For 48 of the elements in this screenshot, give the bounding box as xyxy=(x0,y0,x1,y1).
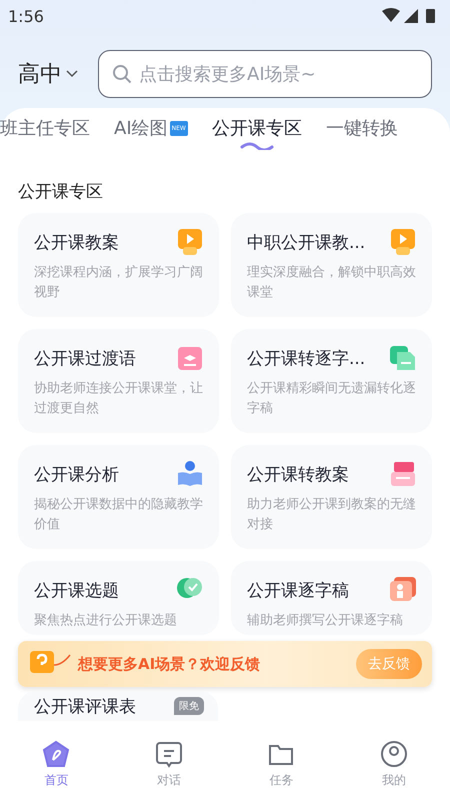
tab-indicator xyxy=(240,142,274,150)
card-title: 公开课转教案 xyxy=(247,464,349,486)
scenario-card[interactable]: 公开课转逐字... 公开课精彩瞬间无遗漏转化逐字稿 xyxy=(231,329,432,433)
card-title: 公开课教案 xyxy=(34,232,119,254)
scenario-card[interactable]: 公开课分析 揭秘公开课数据中的隐藏教学价值 xyxy=(18,445,219,549)
home-icon xyxy=(42,740,70,768)
reader-icon xyxy=(175,459,205,489)
printer-icon xyxy=(388,459,418,489)
card-title: 公开课选题 xyxy=(34,580,119,602)
banner-text: 想要更多AI场景？欢迎反馈 xyxy=(78,654,262,674)
scenario-card[interactable]: 公开课转教案 助力老师公开课到教案的无缝对接 xyxy=(231,445,432,549)
card-description: 揭秘公开课数据中的隐藏教学价值 xyxy=(34,496,204,534)
video-icon xyxy=(175,227,205,257)
video-icon xyxy=(388,227,418,257)
scenario-card[interactable]: 公开课过渡语 协助老师连接公开课课堂，让过渡更自然 xyxy=(18,329,219,433)
card-title: 公开课过渡语 xyxy=(34,348,136,370)
category-tab[interactable]: 班主任专区 xyxy=(0,116,90,160)
grade-selector[interactable]: 高中 xyxy=(18,59,78,89)
section-title: 公开课专区 xyxy=(17,181,104,204)
card-description: 聚焦热点进行公开课选题 xyxy=(34,612,178,630)
card-title: 公开课评课表 xyxy=(34,696,136,718)
chat-icon xyxy=(154,740,183,768)
scenario-card[interactable]: 公开课教案 深挖课程内涵，扩展学习广阔视野 xyxy=(18,213,219,317)
card-description: 协助老师连接公开课课堂，让过渡更自然 xyxy=(34,380,204,418)
status-time: 1:56 xyxy=(8,6,44,26)
card-title: 中职公开课教... xyxy=(247,232,366,254)
scenario-card[interactable]: 公开课评课表 限免 xyxy=(18,691,218,721)
category-tab[interactable]: 一键转换 xyxy=(326,116,398,160)
card-title: 公开课分析 xyxy=(34,464,119,486)
search-icon xyxy=(112,64,132,84)
search-field[interactable]: 点击搜索更多AI场景~ xyxy=(98,50,432,98)
category-tab[interactable]: 公开课专区 xyxy=(212,116,302,160)
chevron-down-icon xyxy=(66,70,78,78)
free-badge: 限免 xyxy=(174,697,204,715)
document-icon xyxy=(388,343,418,373)
card-title: 公开课逐字稿 xyxy=(247,580,349,602)
user-icon xyxy=(380,740,408,768)
status-icons xyxy=(382,8,438,24)
card-description: 助力老师公开课到教案的无缝对接 xyxy=(247,496,417,534)
scenario-card[interactable]: 公开课逐字稿 辅助老师撰写公开课逐字稿 xyxy=(231,561,432,635)
card-description: 深挖课程内涵，扩展学习广阔视野 xyxy=(34,264,204,302)
card-description: 理实深度融合，解锁中职高效课堂 xyxy=(247,264,417,302)
scenario-card[interactable]: 公开课选题 聚焦热点进行公开课选题 xyxy=(18,561,219,635)
card-description: 公开课精彩瞬间无遗漏转化逐字稿 xyxy=(247,380,417,418)
nav-tab[interactable]: 首页 xyxy=(0,738,112,790)
card-description: 辅助老师撰写公开课逐字稿 xyxy=(247,612,404,630)
scenario-card[interactable]: 中职公开课教... 理实深度融合，解锁中职高效课堂 xyxy=(231,213,432,317)
card-title: 公开课转逐字... xyxy=(247,348,366,370)
